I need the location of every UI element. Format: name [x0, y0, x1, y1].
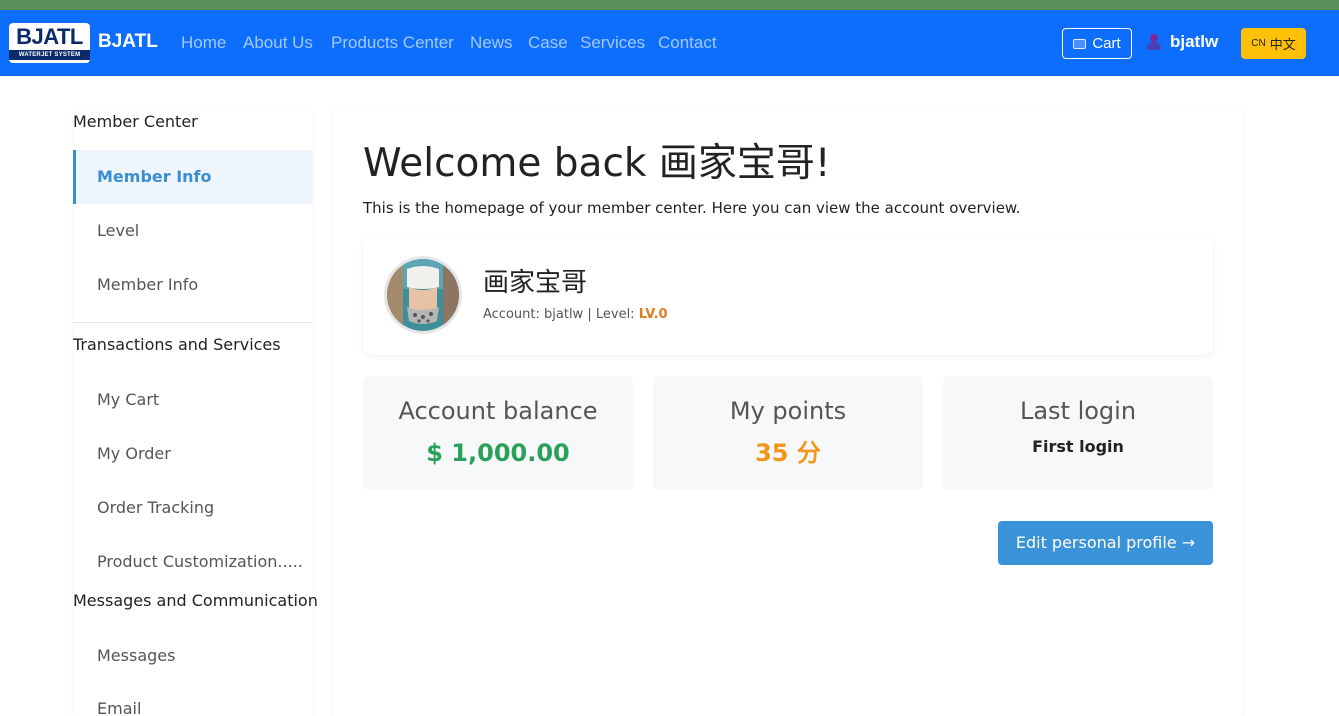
- user-icon: [1146, 33, 1162, 51]
- cart-button[interactable]: Cart: [1062, 28, 1132, 59]
- avatar[interactable]: [384, 256, 462, 334]
- nav-products-center[interactable]: Products Center: [331, 31, 454, 55]
- cart-icon: [1073, 38, 1087, 49]
- nav-home[interactable]: Home: [181, 31, 226, 55]
- sidebar-item-member-info[interactable]: Member Info: [73, 150, 313, 204]
- sidebar-item-level[interactable]: Level: [73, 204, 313, 258]
- logo-text: BJATL: [16, 24, 83, 49]
- nav-contact[interactable]: Contact: [658, 31, 717, 55]
- welcome-heading: Welcome back 画家宝哥!: [363, 141, 831, 186]
- language-label: 中文: [1269, 38, 1296, 53]
- brand-name[interactable]: BJATL: [98, 30, 158, 54]
- group-title-transactions: Transactions and Services: [73, 335, 281, 354]
- nav-news[interactable]: News: [470, 31, 513, 55]
- user-menu[interactable]: bjatlw: [1146, 30, 1218, 54]
- account-label: Account:: [483, 307, 540, 322]
- cart-label: Cart: [1092, 34, 1121, 52]
- group-title-messages: Messages and Communication: [73, 591, 318, 610]
- account-value: bjatlw: [544, 307, 584, 322]
- stat-card-balance: Account balance $ 1,000.00: [363, 376, 633, 490]
- stat-card-last-login: Last login First login: [943, 376, 1213, 490]
- top-navbar: BJATL WATERJET SYSTEM BJATL Home About U…: [0, 10, 1339, 76]
- member-overview-panel: Welcome back 画家宝哥! This is the homepage …: [333, 110, 1243, 716]
- language-button[interactable]: CN 中文: [1241, 28, 1306, 59]
- welcome-subtitle: This is the homepage of your member cent…: [363, 199, 1021, 217]
- site-logo[interactable]: BJATL WATERJET SYSTEM: [9, 23, 90, 63]
- meta-separator: |: [587, 307, 592, 322]
- stat-title-last-login: Last login: [1019, 397, 1137, 425]
- level-value: LV.0: [638, 307, 668, 322]
- profile-card: 画家宝哥 Account: bjatlw | Level: LV.0: [363, 238, 1213, 355]
- stat-title-balance: Account balance: [398, 397, 598, 425]
- logo-subtext: WATERJET SYSTEM: [9, 50, 90, 60]
- stat-value-points: 35 分: [755, 439, 821, 467]
- top-color-strip: [0, 0, 1339, 10]
- stat-value-last-login: First login: [1032, 437, 1124, 456]
- group-title-member-center: Member Center: [73, 112, 198, 131]
- sidebar-item-messages[interactable]: Messages: [73, 629, 313, 683]
- member-sidebar: Member Center Member Info Level Member I…: [73, 110, 318, 716]
- sidebar-item-order-tracking[interactable]: Order Tracking: [73, 481, 313, 535]
- sidebar-item-my-order[interactable]: My Order: [73, 427, 313, 481]
- stat-title-points: My points: [729, 397, 847, 425]
- profile-name: 画家宝哥: [483, 268, 588, 298]
- sidebar-item-my-cart[interactable]: My Cart: [73, 373, 313, 427]
- sidebar-divider: [73, 322, 313, 323]
- stat-card-points: My points 35 分: [653, 376, 923, 490]
- language-code: CN: [1251, 38, 1266, 49]
- nav-about-us[interactable]: About Us: [243, 31, 313, 55]
- username: bjatlw: [1170, 32, 1219, 51]
- sidebar-item-product-customization[interactable]: Product Customization.....: [73, 535, 313, 589]
- nav-services[interactable]: Services: [580, 31, 645, 55]
- nav-case[interactable]: Case: [528, 31, 568, 55]
- level-label: Level:: [595, 307, 635, 322]
- profile-meta: Account: bjatlw | Level: LV.0: [483, 306, 668, 324]
- sidebar-item-email[interactable]: Email: [73, 682, 313, 716]
- edit-profile-button[interactable]: Edit personal profile →: [998, 521, 1213, 565]
- sidebar-item-member-info-2[interactable]: Member Info: [73, 258, 313, 312]
- stat-value-balance: $ 1,000.00: [426, 439, 570, 467]
